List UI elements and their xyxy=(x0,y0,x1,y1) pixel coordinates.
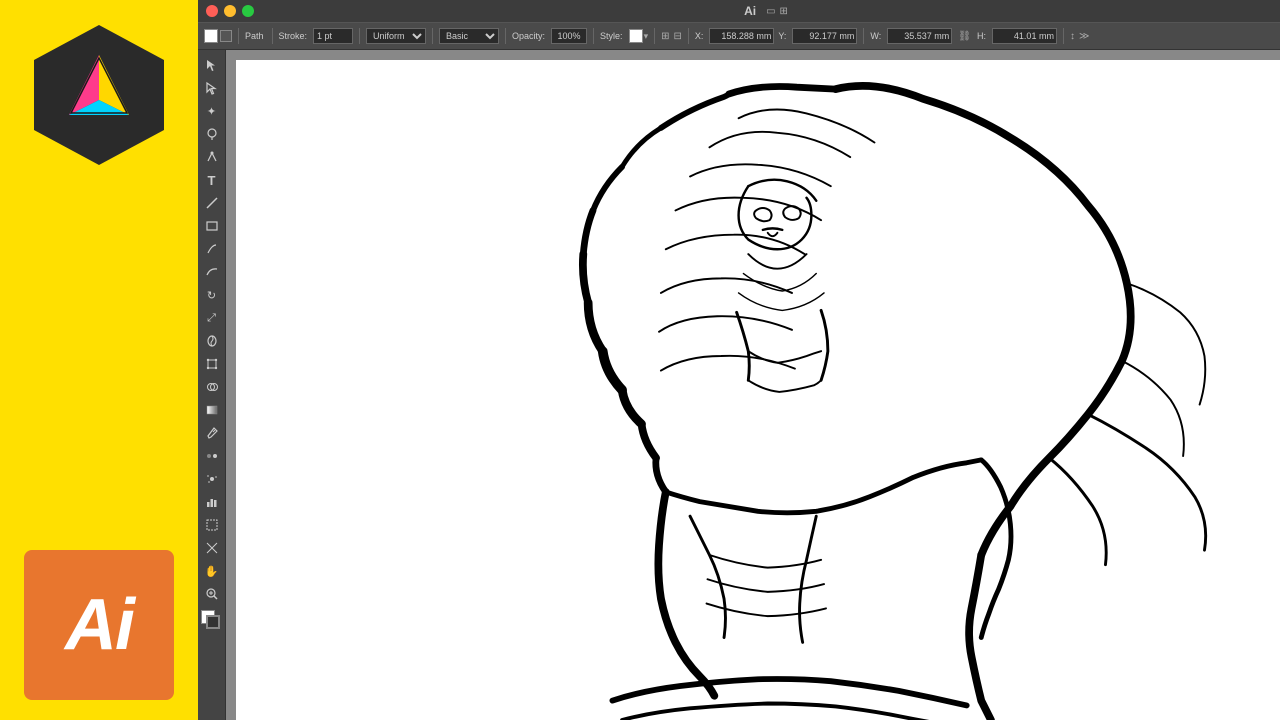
close-button[interactable] xyxy=(206,5,218,17)
align-icon: ⊟ xyxy=(673,31,681,42)
maximize-button[interactable] xyxy=(242,5,254,17)
gradient-tool[interactable] xyxy=(201,399,223,421)
graph-tool[interactable] xyxy=(201,491,223,513)
smooth-tool[interactable] xyxy=(201,261,223,283)
color-controls xyxy=(204,29,232,43)
h-input[interactable] xyxy=(992,28,1057,44)
toolbar: Path Stroke: Uniform Basic Opacity: Styl… xyxy=(198,22,1280,50)
more-icon[interactable]: ≫ xyxy=(1079,31,1089,42)
selection-tool[interactable] xyxy=(201,54,223,76)
ai-logo-text: Ai xyxy=(65,584,133,666)
artwork xyxy=(236,60,1280,720)
w-label: W: xyxy=(870,31,881,41)
symbol-tool[interactable] xyxy=(201,468,223,490)
style-label: Style: xyxy=(600,31,623,41)
type-tool[interactable]: T xyxy=(201,169,223,191)
sep3 xyxy=(359,28,360,44)
warp-tool[interactable] xyxy=(201,330,223,352)
ai-window: Ai ▭ ⊞ Path Stroke: Uniform Basic xyxy=(198,0,1280,720)
stroke-input[interactable] xyxy=(313,28,353,44)
free-transform-tool[interactable] xyxy=(201,353,223,375)
artboard-tool[interactable] xyxy=(201,514,223,536)
stroke-indicator xyxy=(206,615,220,629)
canvas-area[interactable] xyxy=(226,50,1280,720)
minimize-button[interactable] xyxy=(224,5,236,17)
w-input[interactable] xyxy=(887,28,952,44)
line-tool[interactable] xyxy=(201,192,223,214)
document-icon: ▭ xyxy=(766,6,775,17)
sep2 xyxy=(272,28,273,44)
title-bar-icons: ▭ ⊞ xyxy=(766,6,788,17)
ai-logo-box: Ai xyxy=(24,550,174,700)
transform-icon[interactable]: ↕ xyxy=(1070,31,1075,42)
pen-tool[interactable] xyxy=(201,146,223,168)
title-bar: Ai ▭ ⊞ xyxy=(198,0,1280,22)
zoom-tool[interactable] xyxy=(201,583,223,605)
rotate-tool[interactable]: ↻ xyxy=(201,284,223,306)
rect-tool[interactable] xyxy=(201,215,223,237)
app-name-icon: Ai xyxy=(744,4,756,18)
lasso-tool[interactable] xyxy=(201,123,223,145)
grid-icon: ⊞ xyxy=(661,31,669,42)
left-sidebar: Ai xyxy=(0,0,198,720)
canvas-document xyxy=(236,60,1280,720)
slice-tool[interactable] xyxy=(201,537,223,559)
sep8 xyxy=(688,28,689,44)
content-area: ✦ T ↻ ⤢ xyxy=(198,50,1280,720)
direct-selection-tool[interactable] xyxy=(201,77,223,99)
path-label: Path xyxy=(245,31,264,41)
sep7 xyxy=(654,28,655,44)
fill-swatch[interactable] xyxy=(204,29,218,43)
magic-wand-tool[interactable]: ✦ xyxy=(201,100,223,122)
style-controls: ▾ xyxy=(629,29,649,43)
hand-tool[interactable]: ✋ xyxy=(201,560,223,582)
basic-dropdown[interactable]: Basic xyxy=(439,28,499,44)
style-icon: ▾ xyxy=(644,31,649,42)
sep9 xyxy=(863,28,864,44)
blend-tool[interactable] xyxy=(201,445,223,467)
scale-tool[interactable]: ⤢ xyxy=(201,307,223,329)
pencil-tool[interactable] xyxy=(201,238,223,260)
y-label: Y: xyxy=(778,31,786,41)
x-label: X: xyxy=(695,31,704,41)
style-fill-swatch[interactable] xyxy=(629,29,643,43)
stroke-label: Stroke: xyxy=(279,31,308,41)
sep4 xyxy=(432,28,433,44)
h-label: H: xyxy=(977,31,986,41)
tools-panel: ✦ T ↻ ⤢ xyxy=(198,50,226,720)
sep6 xyxy=(593,28,594,44)
title-bar-center: Ai ▭ ⊞ xyxy=(260,4,1272,18)
opacity-input[interactable] xyxy=(551,28,587,44)
sep10 xyxy=(1063,28,1064,44)
sep5 xyxy=(505,28,506,44)
opacity-label: Opacity: xyxy=(512,31,545,41)
lock-proportions-icon[interactable]: ⛓ xyxy=(956,31,973,42)
eyedropper-tool[interactable] xyxy=(201,422,223,444)
hexagon-logo xyxy=(24,20,174,170)
stroke-swatch[interactable] xyxy=(220,30,232,42)
fill-stroke-indicator[interactable] xyxy=(201,610,223,632)
shape-builder-tool[interactable] xyxy=(201,376,223,398)
sep1 xyxy=(238,28,239,44)
y-input[interactable] xyxy=(792,28,857,44)
x-input[interactable] xyxy=(709,28,774,44)
arrange-icon: ⊞ xyxy=(780,6,788,17)
uniform-dropdown[interactable]: Uniform xyxy=(366,28,426,44)
